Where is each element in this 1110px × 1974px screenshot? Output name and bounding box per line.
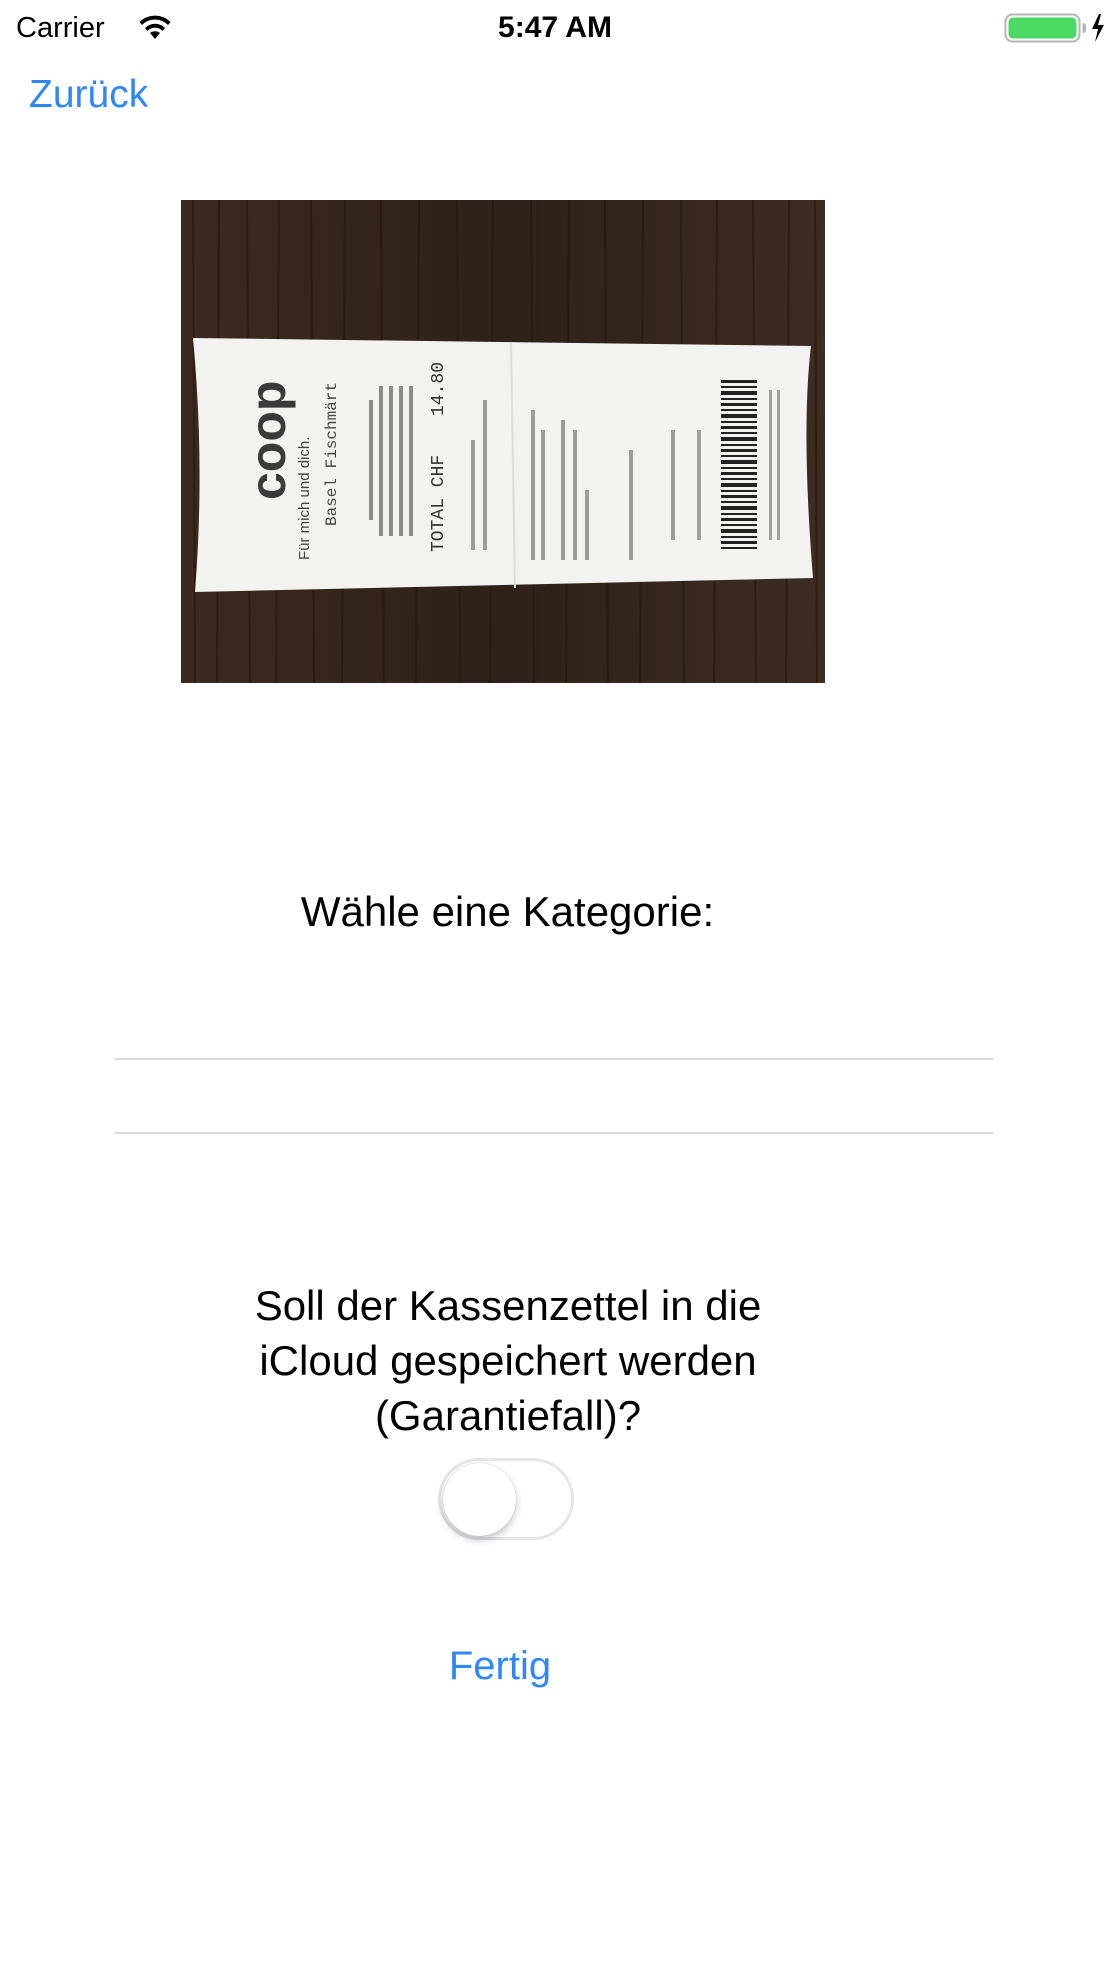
receipt-slogan: Für mich und dich. xyxy=(296,437,313,560)
receipt-photo: coop Für mich und dich. Basel Fischmärt … xyxy=(181,200,825,683)
icloud-toggle[interactable] xyxy=(438,1458,574,1540)
icloud-question: Soll der Kassenzettel in die iCloud gesp… xyxy=(254,1282,762,1439)
done-button[interactable]: Fertig xyxy=(0,1640,1000,1692)
status-time: 5:47 AM xyxy=(498,11,612,44)
back-button[interactable]: Zurück xyxy=(29,70,148,120)
receipt-logo: coop xyxy=(240,381,296,500)
receipt-total-label: TOTAL CHF xyxy=(429,455,449,552)
category-heading: Wähle eine Kategorie: xyxy=(300,888,715,935)
battery-charging-icon xyxy=(1004,13,1104,43)
receipt-total-value: 14.80 xyxy=(429,362,449,416)
category-picker[interactable] xyxy=(115,1058,993,1134)
receipt-store-name: Basel Fischmärt xyxy=(323,382,341,526)
status-bar: Carrier 5:47 AM xyxy=(0,0,1110,56)
toggle-knob xyxy=(443,1463,516,1536)
